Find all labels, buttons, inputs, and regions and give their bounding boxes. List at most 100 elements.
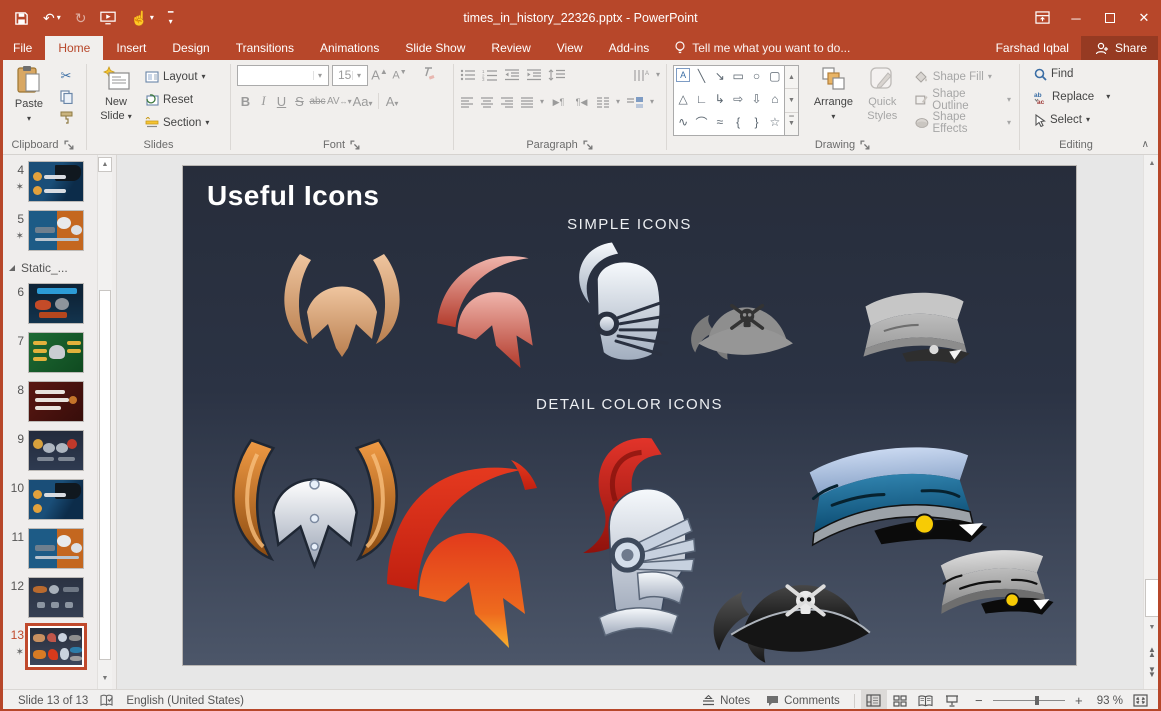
decrease-indent-icon[interactable] (504, 69, 520, 81)
shapes-gallery[interactable]: A ╲ ↘ ▭ ○ ▢ △ ∟ ↳ ⇨ ⇩ ⌂ ∿ ⌒ ≈ (673, 65, 785, 136)
slide-number-indicator[interactable]: Slide 13 of 13 (10, 690, 96, 711)
section-button[interactable]: Section▾ (143, 112, 211, 134)
layout-button[interactable]: Layout▾ (143, 66, 211, 88)
share-button[interactable]: Share (1081, 36, 1161, 60)
subscript-strike-button[interactable]: abc (309, 96, 326, 107)
increase-indent-icon[interactable] (526, 69, 542, 81)
spell-check-icon[interactable] (96, 690, 118, 711)
tab-transitions[interactable]: Transitions (223, 36, 307, 60)
paragraph-dialog-launcher[interactable] (583, 140, 594, 151)
tab-home[interactable]: Home (45, 36, 103, 60)
tab-animations[interactable]: Animations (307, 36, 392, 60)
quick-styles-button[interactable]: Quick Styles (860, 63, 905, 136)
zoom-level[interactable]: 93 % (1093, 690, 1127, 711)
shape-fill-button[interactable]: Shape Fill▾ (913, 66, 1013, 88)
slide-thumbnail-12[interactable]: 12 (0, 577, 96, 618)
zoom-in-button[interactable]: + (1073, 693, 1085, 708)
reset-button[interactable]: Reset (143, 89, 211, 111)
font-name-combo[interactable]: ▾ (237, 65, 329, 86)
detail-icons-heading[interactable]: DETAIL COLOR ICONS (183, 396, 1076, 413)
shapes-gallery-scroll[interactable]: ▲ ▼ ▼▔ (785, 65, 799, 136)
slide-thumbnail-10[interactable]: 10 (0, 479, 96, 520)
tell-me-box[interactable]: Tell me what you want to do... (662, 36, 862, 60)
slide-13[interactable]: Useful Icons SIMPLE ICONS (182, 165, 1077, 666)
line-spacing-icon[interactable] (548, 69, 566, 81)
clipboard-dialog-launcher[interactable] (64, 140, 75, 151)
undo-button[interactable]: ↶▾ (43, 10, 61, 27)
rtl-direction-button[interactable]: ¶◀ (573, 97, 590, 108)
paste-button[interactable]: Paste▾ (6, 63, 52, 136)
reading-view-button[interactable] (913, 690, 939, 711)
zoom-slider-thumb[interactable] (1035, 696, 1039, 705)
zoom-out-button[interactable]: − (973, 693, 985, 708)
smartart-convert-icon[interactable] (626, 96, 644, 109)
font-size-combo[interactable]: 15▾ (332, 65, 368, 86)
strikethrough-button[interactable]: S (291, 94, 308, 109)
notes-button[interactable]: Notes (694, 690, 758, 711)
slideshow-view-button[interactable] (939, 690, 965, 711)
tab-file[interactable]: File (0, 36, 45, 60)
zoom-slider[interactable] (993, 700, 1065, 701)
slide-thumbnail-4[interactable]: 4✶ (0, 161, 96, 202)
cut-button[interactable]: ✂ (56, 65, 76, 86)
italic-button[interactable]: I (255, 93, 272, 109)
font-color-button[interactable]: A▾ (384, 94, 401, 109)
pirate-hat-detail-icon[interactable] (695, 548, 893, 666)
find-button[interactable]: Find (1032, 63, 1126, 85)
arrange-button[interactable]: Arrange▾ (811, 63, 856, 136)
bullets-icon[interactable] (460, 69, 476, 81)
slide-thumbnail-5[interactable]: 5✶ (0, 210, 96, 251)
shape-outline-button[interactable]: Shape Outline▾ (913, 89, 1013, 111)
slide-sorter-view-button[interactable] (887, 690, 913, 711)
customize-qat-button[interactable]: ━▾ (168, 10, 173, 25)
bold-button[interactable]: B (237, 94, 254, 109)
format-painter-button[interactable] (56, 107, 76, 128)
font-dialog-launcher[interactable] (350, 140, 361, 151)
section-header-static[interactable]: Static_... (8, 261, 96, 275)
slide-title[interactable]: Useful Icons (207, 180, 379, 212)
viking-helmet-simple-icon[interactable] (261, 252, 423, 370)
numbering-icon[interactable]: 123 (482, 69, 498, 81)
start-slideshow-icon[interactable] (100, 11, 116, 25)
spartan-helmet-detail-icon[interactable] (381, 448, 543, 656)
tab-design[interactable]: Design (159, 36, 222, 60)
user-name[interactable]: Farshad Iqbal (984, 36, 1081, 60)
slide-thumbnail-9[interactable]: 9 (0, 430, 96, 471)
language-indicator[interactable]: English (United States) (118, 690, 252, 711)
thumbnail-scrollbar[interactable]: ▲ ▼ (97, 155, 112, 689)
tab-view[interactable]: View (544, 36, 596, 60)
shape-effects-button[interactable]: Shape Effects▾ (913, 112, 1013, 134)
new-slide-button[interactable]: New Slide ▾ (93, 63, 139, 136)
align-left-icon[interactable] (460, 97, 474, 108)
tab-addins[interactable]: Add-ins (596, 36, 663, 60)
grow-font-button[interactable]: A▲ (371, 67, 388, 82)
fit-slide-to-window-button[interactable] (1127, 690, 1153, 711)
blue-military-cap-detail-icon[interactable] (771, 438, 1013, 550)
ribbon-display-options-button[interactable] (1025, 0, 1059, 36)
replace-button[interactable]: abac Replace▾ (1032, 86, 1126, 108)
spartan-helmet-simple-icon[interactable] (433, 246, 541, 370)
align-center-icon[interactable] (480, 97, 494, 108)
tab-insert[interactable]: Insert (103, 36, 159, 60)
slide-thumbnail-13[interactable]: 13✶ (0, 626, 96, 667)
slide-thumbnail-8[interactable]: 8 (0, 381, 96, 422)
underline-button[interactable]: U (273, 94, 290, 109)
clear-formatting-button[interactable] (419, 67, 436, 83)
slide-thumbnail-11[interactable]: 11 (0, 528, 96, 569)
minimize-button[interactable]: ─ (1059, 0, 1093, 36)
select-button[interactable]: Select▾ (1032, 109, 1126, 131)
touch-mode-button[interactable]: ☝▾ (130, 10, 153, 27)
pirate-hat-simple-icon[interactable] (683, 281, 798, 361)
shrink-font-button[interactable]: A▼ (391, 69, 408, 82)
maximize-button[interactable] (1093, 0, 1127, 36)
slide-thumbnail-6[interactable]: 6 (0, 283, 96, 324)
text-direction-icon[interactable]: A (632, 69, 650, 82)
knight-helmet-simple-icon[interactable] (551, 238, 676, 375)
copy-button[interactable] (56, 86, 76, 107)
tab-review[interactable]: Review (478, 36, 543, 60)
slide-thumbnail-7[interactable]: 7 (0, 332, 96, 373)
comments-button[interactable]: Comments (758, 690, 848, 711)
close-button[interactable]: ✕ (1127, 0, 1161, 36)
knight-helmet-detail-icon[interactable] (553, 434, 716, 656)
columns-icon[interactable] (596, 97, 610, 108)
